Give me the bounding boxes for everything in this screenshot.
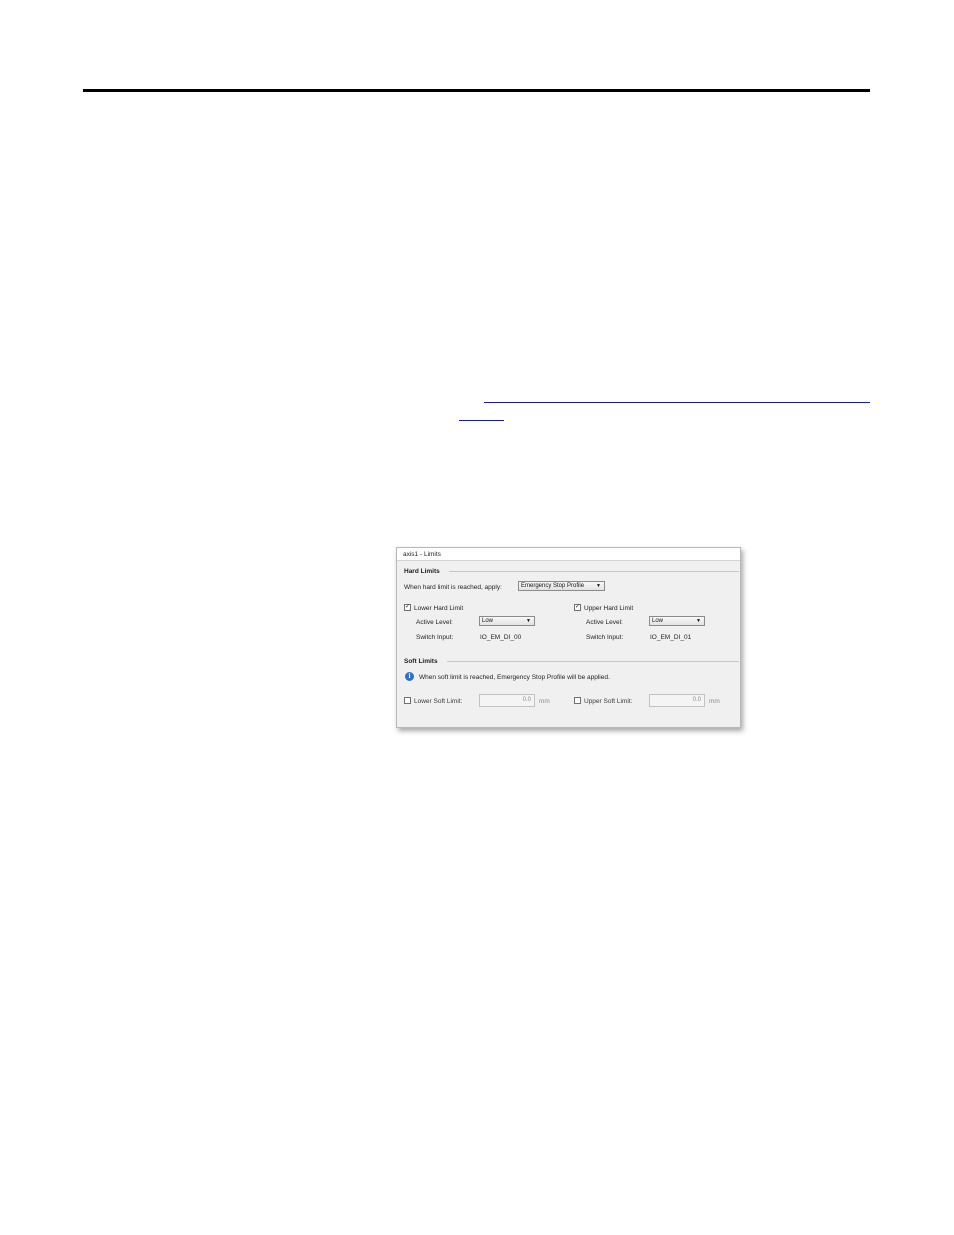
lower-hard-limit-checkbox[interactable]: ✓: [404, 604, 411, 611]
hard-limits-divider: [449, 571, 739, 572]
lower-switch-input-value: IO_EM_DI_00: [480, 634, 522, 641]
lower-hard-limit-label: Lower Hard Limit: [414, 605, 464, 612]
upper-soft-limit-unit: mm: [709, 698, 720, 705]
lower-active-level-select[interactable]: Low ▼: [479, 616, 535, 626]
upper-soft-limit-label: Upper Soft Limit:: [584, 698, 633, 705]
upper-hard-limit-label: Upper Hard Limit: [584, 605, 634, 612]
hard-limits-title: Hard Limits: [404, 568, 440, 575]
lower-soft-limit-unit: mm: [539, 698, 550, 705]
upper-switch-input-label: Switch Input:: [586, 634, 624, 641]
page-header-rule: [83, 89, 870, 92]
soft-limit-info-text: When soft limit is reached, Emergency St…: [419, 674, 610, 681]
hyperlink-underline[interactable]: [484, 402, 870, 403]
upper-active-level-label: Active Level:: [586, 619, 623, 626]
lower-active-level-value: Low: [482, 618, 494, 624]
upper-active-level-value: Low: [652, 618, 664, 624]
lower-soft-limit-input[interactable]: 0.0: [479, 694, 535, 707]
soft-limits-title: Soft Limits: [404, 658, 438, 665]
chevron-down-icon: ▼: [526, 618, 531, 624]
upper-soft-limit-checkbox[interactable]: [574, 697, 581, 704]
hyperlink-underline-continued[interactable]: [459, 420, 504, 421]
lower-soft-limit-checkbox[interactable]: [404, 697, 411, 704]
lower-switch-input-label: Switch Input:: [416, 634, 454, 641]
hard-limit-apply-value: Emergency Stop Profile: [521, 583, 585, 589]
info-icon: i: [405, 672, 414, 681]
dialog-title-bar: axis1 - Limits: [397, 548, 740, 561]
hard-limit-apply-label: When hard limit is reached, apply:: [404, 584, 502, 591]
limits-dialog: axis1 - Limits Hard Limits When hard lim…: [396, 547, 741, 728]
hard-limit-apply-select[interactable]: Emergency Stop Profile ▼: [518, 581, 605, 591]
chevron-down-icon: ▼: [696, 618, 701, 624]
chevron-down-icon: ▼: [596, 583, 601, 589]
upper-hard-limit-checkbox[interactable]: ✓: [574, 604, 581, 611]
lower-soft-limit-label: Lower Soft Limit:: [414, 698, 463, 705]
dialog-title: axis1 - Limits: [403, 551, 441, 558]
soft-limits-divider: [447, 661, 739, 662]
upper-soft-limit-input[interactable]: 0.0: [649, 694, 705, 707]
upper-active-level-select[interactable]: Low ▼: [649, 616, 705, 626]
lower-active-level-label: Active Level:: [416, 619, 453, 626]
upper-switch-input-value: IO_EM_DI_01: [650, 634, 692, 641]
